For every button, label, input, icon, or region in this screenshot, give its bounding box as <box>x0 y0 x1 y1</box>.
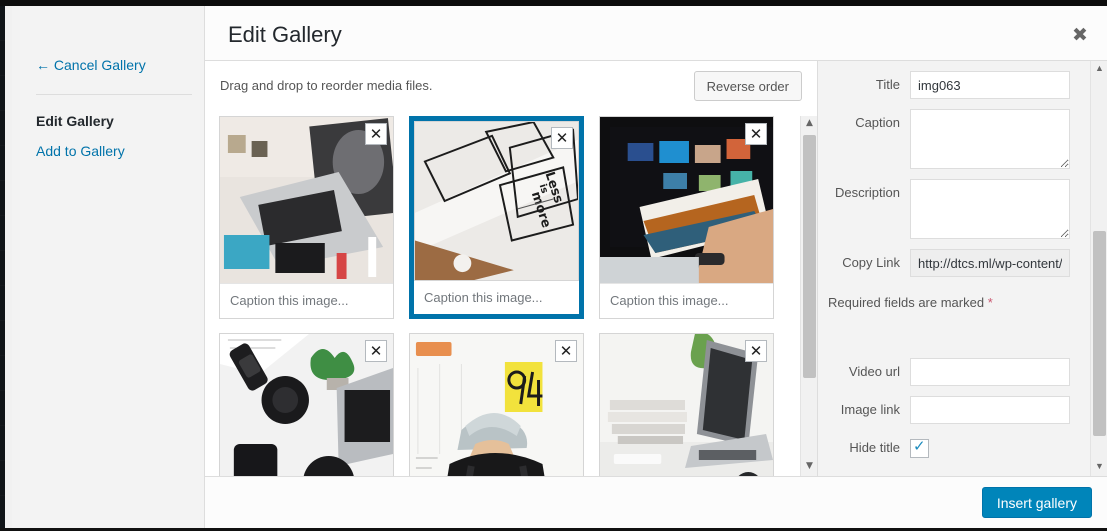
details-scrollbar-thumb[interactable] <box>1093 231 1106 436</box>
media-modal-content: Drag and drop to reorder media files. Re… <box>205 61 1107 476</box>
caption-input[interactable]: Caption this image... <box>220 283 393 317</box>
field-row-hide-title: Hide title ✓ <box>818 434 1079 462</box>
reverse-order-button[interactable]: Reverse order <box>693 71 802 101</box>
admin-menu-strip <box>0 6 5 531</box>
remove-thumbnail-button[interactable]: ✕ <box>555 340 577 362</box>
description-label: Description <box>834 185 900 200</box>
scrollbar-thumb[interactable] <box>803 135 816 378</box>
gallery-item-selected[interactable]: Less is more ✕ Caption this image... <box>409 116 584 319</box>
media-modal-menu: ← Cancel Gallery Edit Gallery Add to Gal… <box>12 6 205 528</box>
gallery-item[interactable]: ✕ Caption this image... <box>219 333 394 476</box>
cancel-gallery-link[interactable]: ← Cancel Gallery <box>24 56 204 74</box>
field-row-title: Title <box>818 71 1079 99</box>
title-input[interactable] <box>910 71 1070 99</box>
remove-thumbnail-button[interactable]: ✕ <box>745 340 767 362</box>
field-row-video-url: Video url <box>818 358 1079 386</box>
remove-thumbnail-button[interactable]: ✕ <box>365 340 387 362</box>
attachments-scrollbar[interactable]: ▲ ▼ <box>800 116 817 476</box>
remove-thumbnail-button[interactable]: ✕ <box>551 127 573 149</box>
checkmark-icon: ✓ <box>913 437 926 455</box>
required-star: * <box>987 295 993 310</box>
required-fields-text: Required fields are marked <box>828 295 985 310</box>
sidebar-item-edit-gallery[interactable]: Edit Gallery <box>24 95 204 130</box>
hide-title-label: Hide title <box>849 440 900 455</box>
image-link-input[interactable] <box>910 396 1070 424</box>
gallery-toolbar: Drag and drop to reorder media files. Re… <box>205 61 817 116</box>
scroll-up-arrow-icon[interactable]: ▲ <box>801 116 818 133</box>
details-scroll-up-arrow-icon[interactable]: ▲ <box>1091 61 1107 78</box>
details-scrollbar[interactable]: ▲ ▼ <box>1090 61 1107 476</box>
scroll-down-arrow-icon[interactable]: ▼ <box>801 459 818 476</box>
field-row-image-link: Image link <box>818 396 1079 424</box>
copy-link-input[interactable] <box>910 249 1070 277</box>
cancel-gallery-label: Cancel Gallery <box>53 57 146 73</box>
gallery-item[interactable]: ✕ Caption this image... <box>599 333 774 476</box>
field-row-description: Description <box>818 179 1079 239</box>
attachments-pane: Drag and drop to reorder media files. Re… <box>205 61 817 476</box>
insert-gallery-button[interactable]: Insert gallery <box>981 487 1092 518</box>
gallery-item[interactable]: ✕ Caption this image... <box>599 116 774 319</box>
close-icon[interactable]: ✖ <box>1063 18 1097 52</box>
description-textarea[interactable] <box>910 179 1070 239</box>
gallery-item[interactable]: ✕ Caption this image... <box>219 116 394 319</box>
media-modal-main: Edit Gallery ✖ Drag and drop to reorder … <box>205 6 1107 528</box>
sidebar-item-add-to-gallery[interactable]: Add to Gallery <box>24 130 204 160</box>
video-url-label: Video url <box>848 364 900 379</box>
copy-link-label: Copy Link <box>842 255 900 270</box>
details-scroll-down-arrow-icon[interactable]: ▼ <box>1091 459 1107 476</box>
title-label: Title <box>875 77 900 92</box>
caption-input[interactable]: Caption this image... <box>600 283 773 317</box>
hide-title-checkbox[interactable]: ✓ <box>910 437 929 458</box>
media-modal: ← Cancel Gallery Edit Gallery Add to Gal… <box>12 6 1107 528</box>
attachments-scroll-region[interactable]: ✕ Caption this image... Less is more ✕ C… <box>205 116 817 476</box>
field-row-copy-link: Copy Link <box>818 249 1079 277</box>
attachment-details-pane: Title Caption Description Copy L <box>817 61 1107 476</box>
caption-input[interactable]: Caption this image... <box>414 281 579 314</box>
required-fields-note: Required fields are marked * <box>818 287 1079 310</box>
remove-thumbnail-button[interactable]: ✕ <box>365 123 387 145</box>
reorder-hint: Drag and drop to reorder media files. <box>220 78 433 93</box>
caption-label: Caption <box>855 115 900 130</box>
screen: ← Cancel Gallery Edit Gallery Add to Gal… <box>0 0 1107 531</box>
media-modal-titlebar: Edit Gallery ✖ <box>205 6 1107 61</box>
media-modal-footer: Insert gallery <box>205 476 1107 528</box>
gallery-item[interactable]: ✕ Caption this image... <box>409 333 584 476</box>
remove-thumbnail-button[interactable]: ✕ <box>745 123 767 145</box>
image-link-label: Image link <box>840 402 900 417</box>
field-row-caption: Caption <box>818 109 1079 169</box>
page-title: Edit Gallery <box>228 22 342 47</box>
caption-textarea[interactable] <box>910 109 1070 169</box>
details-spacer <box>818 310 1079 358</box>
attachments-grid: ✕ Caption this image... Less is more ✕ C… <box>205 116 817 476</box>
back-arrow-icon: ← <box>36 57 50 73</box>
video-url-input[interactable] <box>910 358 1070 386</box>
